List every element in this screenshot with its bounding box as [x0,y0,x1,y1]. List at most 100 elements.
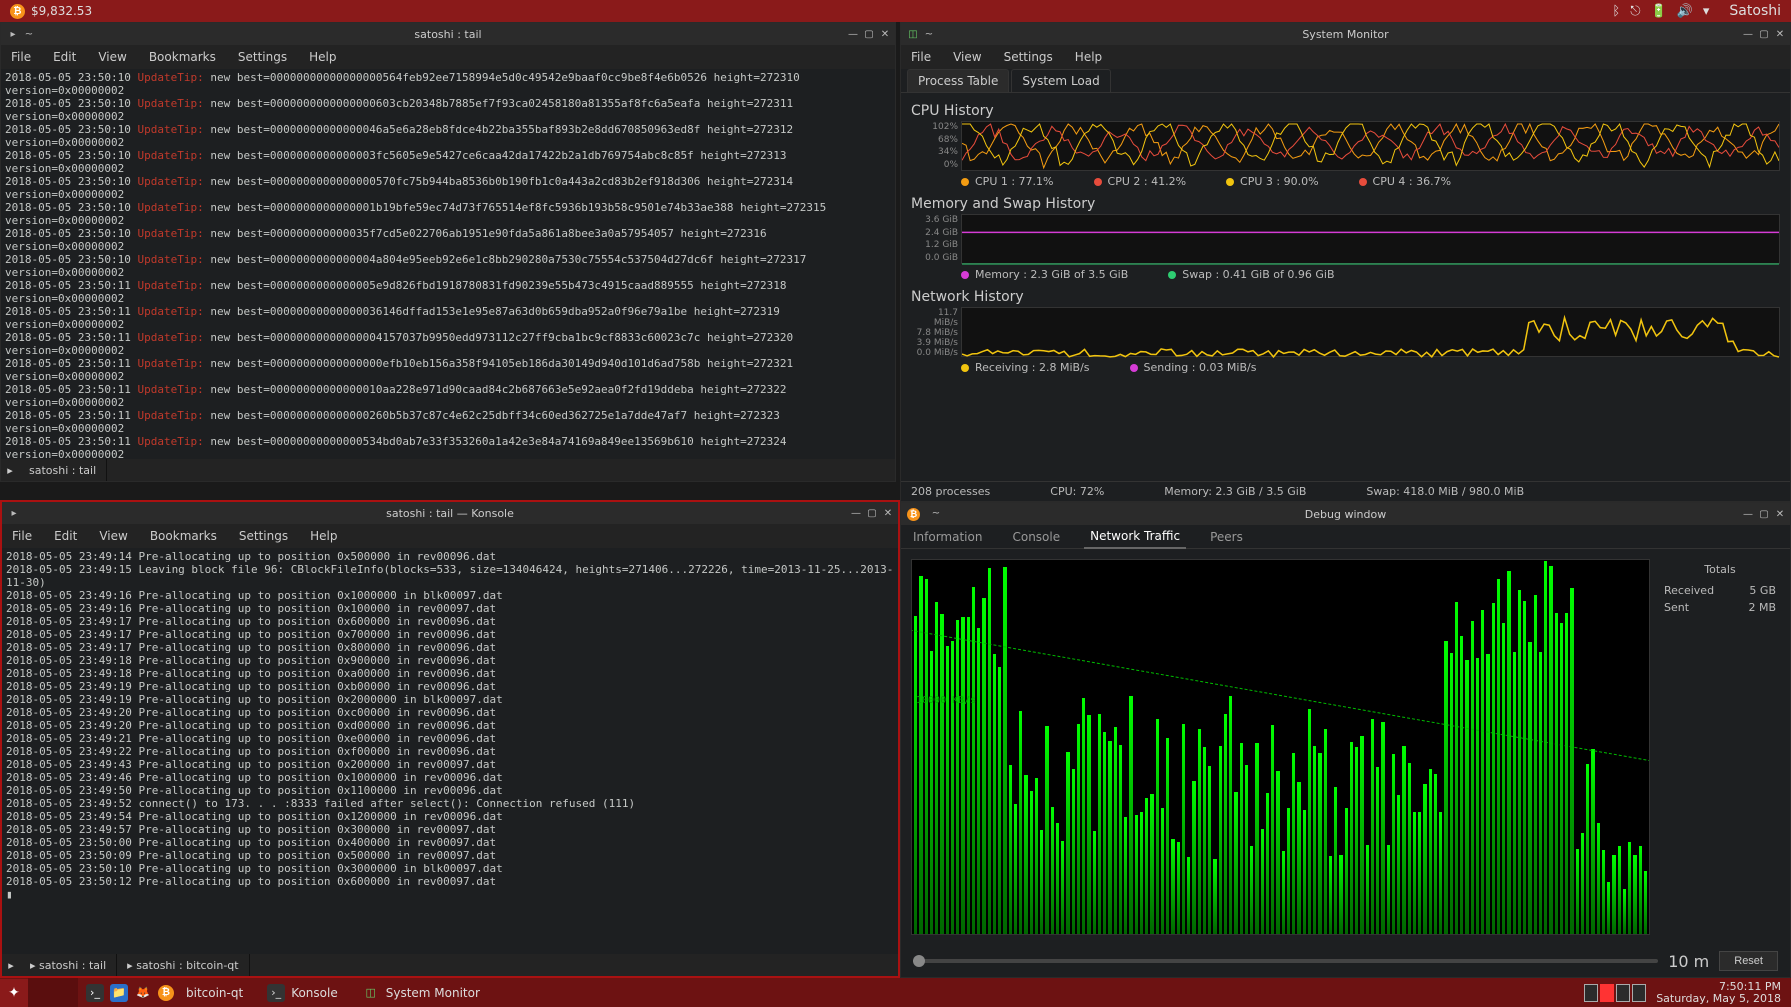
minimize-button[interactable]: — [1742,28,1754,40]
menu-view[interactable]: View [99,529,127,543]
debug-titlebar[interactable]: ₿~ Debug window — ▢ ✕ [901,503,1790,525]
maximize-button[interactable]: ▢ [863,28,875,40]
activity-pager[interactable] [28,978,78,1007]
menu-view[interactable]: View [953,50,981,64]
menu-settings[interactable]: Settings [239,529,288,543]
status-mem: Memory: 2.3 GiB / 3.5 GiB [1164,485,1306,498]
slider-label: 10 m [1668,952,1709,971]
net-history-title: Network History [911,289,1780,305]
menu-file[interactable]: File [911,50,931,64]
maximize-button[interactable]: ▢ [866,507,878,519]
chart-ylabel: 10000 KB/s [916,695,976,706]
menu-settings[interactable]: Settings [238,50,287,64]
cpu-line-svg [962,122,1779,173]
debug-tab-console[interactable]: Console [1006,526,1066,548]
cpu-legend: CPU 1 : 77.1%CPU 2 : 41.2%CPU 3 : 90.0%C… [961,175,1780,188]
terminal-top-tabs: ▸ satoshi : tail [1,459,895,481]
new-tab-button[interactable]: ▸ [2,959,20,972]
sysmon-tab-process-table[interactable]: Process Table [907,69,1009,92]
system-monitor-statusbar: 208 processes CPU: 72% Memory: 2.3 GiB /… [901,481,1790,501]
firefox-launcher-icon[interactable]: 🦊 [134,984,152,1002]
system-monitor-window: ◫~ System Monitor — ▢ ✕ File View Settings… [900,22,1791,502]
terminal-tab[interactable]: ▸ satoshi : tail [20,954,117,976]
clock-time: 7:50:11 PM [1656,981,1781,993]
terminal-bottom-menubar: File Edit View Bookmarks Settings Help [2,524,898,548]
debug-window: ₿~ Debug window — ▢ ✕ Information Console… [900,502,1791,978]
wifi-icon[interactable]: ⎋ [1630,4,1640,19]
menu-file[interactable]: File [12,529,32,543]
mem-legend: Memory : 2.3 GiB of 3.5 GiBSwap : 0.41 G… [961,268,1780,281]
menu-file[interactable]: File [11,50,31,64]
system-monitor-menubar: File View Settings Help [901,45,1790,69]
terminal-bottom-title: satoshi : tail — Konsole [386,507,514,520]
received-label: Received [1664,584,1714,597]
debug-totals-panel: Totals Received5 GB Sent2 MB [1660,559,1780,935]
status-swap: Swap: 418.0 MiB / 980.0 MiB [1366,485,1524,498]
close-button[interactable]: ✕ [1774,28,1786,40]
terminal-bottom-window: ▸ satoshi : tail — Konsole — ▢ ✕ File Edi… [0,500,900,978]
app-launcher[interactable]: ✦ [0,979,28,1007]
close-button[interactable]: ✕ [882,507,894,519]
taskbar-app-konsole[interactable]: ›_Konsole [261,978,356,1007]
cpu-history-title: CPU History [911,103,1780,119]
maximize-button[interactable]: ▢ [1758,508,1770,520]
system-monitor-title: System Monitor [1302,28,1388,41]
received-value: 5 GB [1749,584,1776,597]
mem-history-title: Memory and Swap History [911,196,1780,212]
debug-tab-peers[interactable]: Peers [1204,526,1249,548]
terminal-top-tab[interactable]: satoshi : tail [19,459,107,481]
menu-help[interactable]: Help [1075,50,1102,64]
terminal-top-title: satoshi : tail [414,28,481,41]
menu-bookmarks[interactable]: Bookmarks [150,529,217,543]
system-monitor-titlebar[interactable]: ◫~ System Monitor — ▢ ✕ [901,23,1790,45]
menu-icon[interactable]: ▾ [1703,4,1710,19]
taskbar-app-bitcoin-qt[interactable]: ₿bitcoin-qt [152,978,261,1007]
minimize-button[interactable]: — [847,28,859,40]
top-panel: ₿ $9,832.53 ᛒ ⎋ 🔋 🔊 ▾ Satoshi [0,0,1791,22]
menu-settings[interactable]: Settings [1004,50,1053,64]
taskbar-app-system-monitor[interactable]: ◫System Monitor [356,978,498,1007]
volume-icon[interactable]: 🔊 [1677,4,1693,19]
bluetooth-icon[interactable]: ᛒ [1612,4,1620,19]
sysmon-tab-system-load[interactable]: System Load [1011,69,1110,92]
btc-price: $9,832.53 [31,4,92,18]
clock[interactable]: 7:50:11 PM Saturday, May 5, 2018 [1656,981,1781,1005]
sent-value: 2 MB [1748,601,1776,614]
terminal-tab[interactable]: ▸ satoshi : bitcoin-qt [117,954,249,976]
terminal-launcher-icon[interactable]: ›_ [86,984,104,1002]
menu-edit[interactable]: Edit [53,50,76,64]
minimize-button[interactable]: — [850,507,862,519]
close-button[interactable]: ✕ [879,28,891,40]
minimize-button[interactable]: — [1742,508,1754,520]
terminal-bottom-tabs: ▸ ▸ satoshi : tail▸ satoshi : bitcoin-qt [2,954,898,976]
net-history-chart: 11.7 MiB/s7.8 MiB/s3.9 MiB/s0.0 MiB/s [961,307,1780,357]
network-traffic-chart: 10000 KB/s [911,559,1650,935]
menu-edit[interactable]: Edit [54,529,77,543]
menu-view[interactable]: View [98,50,126,64]
debug-tab-information[interactable]: Information [907,526,988,548]
debug-tab-network-traffic[interactable]: Network Traffic [1084,525,1186,549]
workspace-switcher[interactable] [1584,984,1646,1002]
new-tab-button[interactable]: ▸ [1,464,19,477]
close-button[interactable]: ✕ [1774,508,1786,520]
status-cpu: CPU: 72% [1050,485,1104,498]
terminal-bottom-titlebar[interactable]: ▸ satoshi : tail — Konsole — ▢ ✕ [2,502,898,524]
bitcoin-icon: ₿ [10,4,25,19]
files-launcher-icon[interactable]: 📁 [110,984,128,1002]
system-monitor-body: CPU History 102%68%34%0% CPU 1 : 77.1%CP… [901,93,1790,481]
debug-title: Debug window [1305,508,1386,521]
menu-help[interactable]: Help [309,50,336,64]
menu-bookmarks[interactable]: Bookmarks [149,50,216,64]
terminal-top-body[interactable]: 2018-05-05 23:50:10 UpdateTip: new best=… [1,69,895,459]
terminal-bottom-body[interactable]: 2018-05-05 23:49:14 Pre-allocating up to… [2,548,898,954]
taskbar: ✦ ›_ 📁 🦊 ₿bitcoin-qt›_Konsole◫System Mon… [0,978,1791,1007]
menu-help[interactable]: Help [310,529,337,543]
time-range-slider[interactable] [913,959,1658,963]
battery-icon[interactable]: 🔋 [1651,4,1667,19]
user-label[interactable]: Satoshi [1729,3,1781,19]
reset-button[interactable]: Reset [1719,951,1778,971]
sysmon-icon: ◫ [907,28,919,40]
terminal-top-titlebar[interactable]: ▸ ~ satoshi : tail — ▢ ✕ [1,23,895,45]
prompt-icon: ~ [23,28,35,40]
maximize-button[interactable]: ▢ [1758,28,1770,40]
